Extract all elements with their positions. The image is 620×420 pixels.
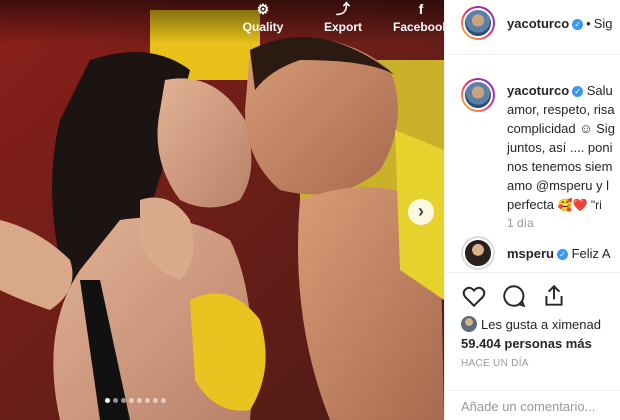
carousel-dot[interactable] <box>161 398 166 403</box>
caption-line: juntos, así .... poni <box>507 140 613 155</box>
carousel-dot[interactable] <box>137 398 142 403</box>
export-button[interactable]: ⤴ Export <box>308 0 378 34</box>
add-comment-bar <box>445 390 620 420</box>
action-bar <box>445 272 620 312</box>
post-side-panel: yacoturco ✓ • Sig yacoturco ✓ Salu amor, res… <box>444 0 620 420</box>
likes-summary[interactable]: Les gusta a ximenad <box>461 316 601 332</box>
carousel-dot[interactable] <box>113 398 118 403</box>
chevron-right-icon[interactable]: › <box>408 199 434 225</box>
share-icon[interactable] <box>541 283 567 309</box>
caption-line: nos tenemos siem <box>507 159 613 174</box>
carousel-dot[interactable] <box>105 398 110 403</box>
likes-count[interactable]: 59.404 personas más <box>461 336 592 351</box>
caption-line: Salu <box>586 83 613 98</box>
export-icon: ⤴ <box>336 1 350 17</box>
comment-input[interactable] <box>461 399 619 414</box>
likes-line: Les gusta a ximenad <box>481 317 601 332</box>
carousel-dot[interactable] <box>121 398 126 403</box>
caption-line: perfecta <box>507 197 554 212</box>
verified-icon: ✓ <box>556 249 568 260</box>
caption-line: amo @msperu y l <box>507 178 610 193</box>
header-separator: • <box>586 16 591 31</box>
quality-button[interactable]: ⚙ Quality <box>228 0 298 34</box>
carousel-dot[interactable] <box>145 398 150 403</box>
caption-username[interactable]: yacoturco <box>507 83 569 98</box>
comment-icon[interactable] <box>501 283 527 309</box>
caption-text: yacoturco ✓ Salu amor, respeto, risa comp… <box>507 82 620 215</box>
avatar <box>461 316 477 332</box>
follow-button[interactable]: Sig <box>594 16 613 31</box>
verified-icon: ✓ <box>572 86 584 97</box>
carousel-dot[interactable] <box>129 398 134 403</box>
caption-line: complicidad ☺ Sig <box>507 121 615 136</box>
facebook-share-button[interactable]: f Facebook <box>386 0 444 34</box>
gear-icon: ⚙ <box>256 1 270 17</box>
avatar[interactable] <box>461 78 495 112</box>
header-username[interactable]: yacoturco <box>507 16 569 31</box>
caption-emoji: 🥰❤️ "ri <box>557 198 602 212</box>
caption-timestamp: 1 día <box>507 216 534 230</box>
post-photo[interactable]: ⚙ Quality ⤴ Export f Facebook › <box>0 0 444 420</box>
avatar[interactable] <box>461 6 495 40</box>
photo-image <box>0 0 444 420</box>
post-time-ago: HACE UN DÍA <box>461 358 529 369</box>
verified-icon: ✓ <box>572 19 584 30</box>
header-user-line: yacoturco ✓ • Sig <box>507 16 613 31</box>
heart-icon[interactable] <box>461 283 487 309</box>
comment-body: Feliz A <box>571 246 611 261</box>
post-header: yacoturco ✓ • Sig <box>445 0 620 55</box>
carousel-dot[interactable] <box>153 398 158 403</box>
carousel-dots <box>105 390 169 403</box>
comment-text: msperu ✓ Feliz A <box>507 246 611 261</box>
comment-username[interactable]: msperu <box>507 246 554 261</box>
video-toolbar: ⚙ Quality ⤴ Export f Facebook <box>0 0 444 44</box>
avatar[interactable] <box>461 236 495 270</box>
caption-line: amor, respeto, risa <box>507 102 615 117</box>
facebook-icon: f <box>418 1 424 17</box>
